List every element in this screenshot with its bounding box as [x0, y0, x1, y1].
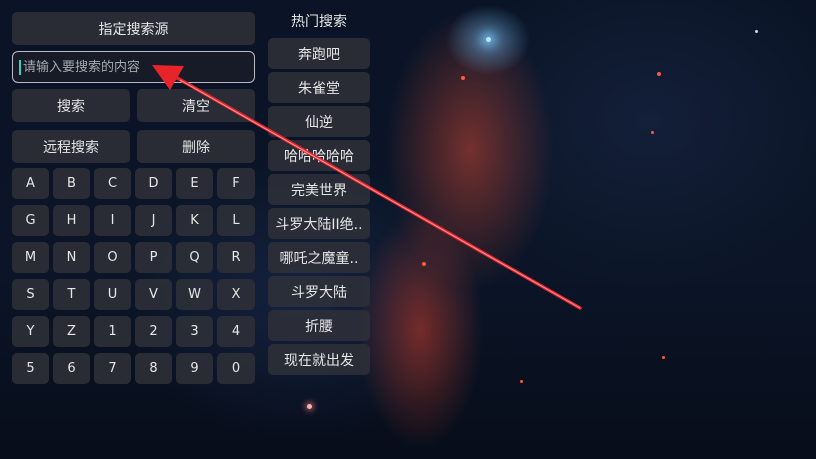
arrow-line-highlight — [179, 79, 581, 309]
annotation-arrow — [152, 65, 582, 310]
